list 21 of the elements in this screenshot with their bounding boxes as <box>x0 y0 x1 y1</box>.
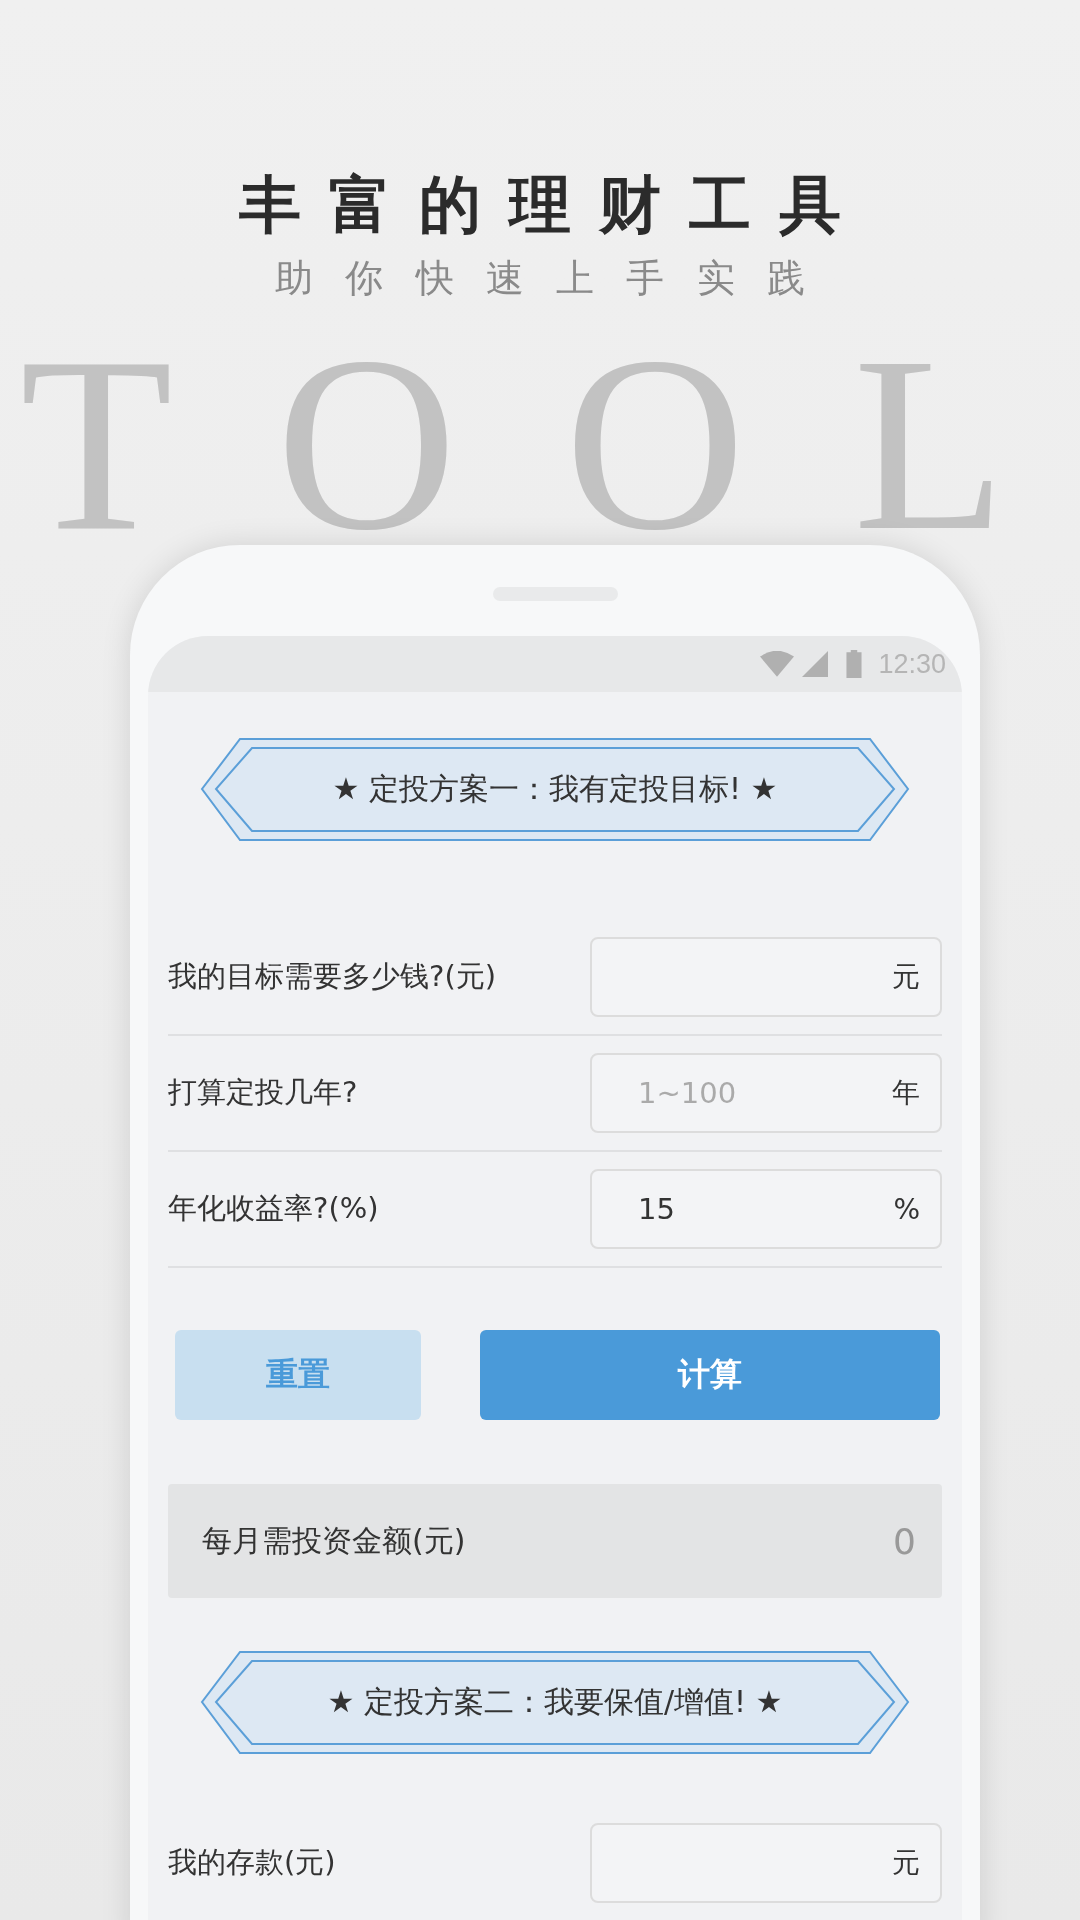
wifi-icon <box>760 651 795 677</box>
field-label: 我的目标需要多少钱?(元) <box>168 958 497 995</box>
input-field[interactable] <box>590 1823 942 1903</box>
page-subtitle: 助你快速上手实践 <box>274 256 838 302</box>
unit-label: 年 <box>892 1075 920 1111</box>
signal-icon <box>802 651 829 677</box>
result-label: 每月需投资金额(元) <box>202 1521 466 1560</box>
field-label: 我的存款(元) <box>168 1844 336 1881</box>
field-label: 打算定投几年? <box>168 1074 358 1111</box>
field-label: 年化收益率?(%) <box>168 1190 379 1227</box>
unit-label: 元 <box>892 1845 920 1881</box>
unit-label: % <box>893 1192 920 1226</box>
page-title: 丰富的理财工具 <box>239 170 869 241</box>
input-field[interactable] <box>590 937 942 1017</box>
banner-title: ★ 定投方案一：我有定投目标! ★ <box>332 770 778 808</box>
banner-title: ★ 定投方案二：我要保值/增值! ★ <box>327 1683 783 1721</box>
result-value: 0 <box>893 1520 916 1562</box>
unit-label: 元 <box>892 959 920 995</box>
battery-icon <box>846 650 863 678</box>
reset-button[interactable]: 重置 <box>175 1330 421 1420</box>
calculate-button[interactable]: 计算 <box>480 1330 940 1420</box>
